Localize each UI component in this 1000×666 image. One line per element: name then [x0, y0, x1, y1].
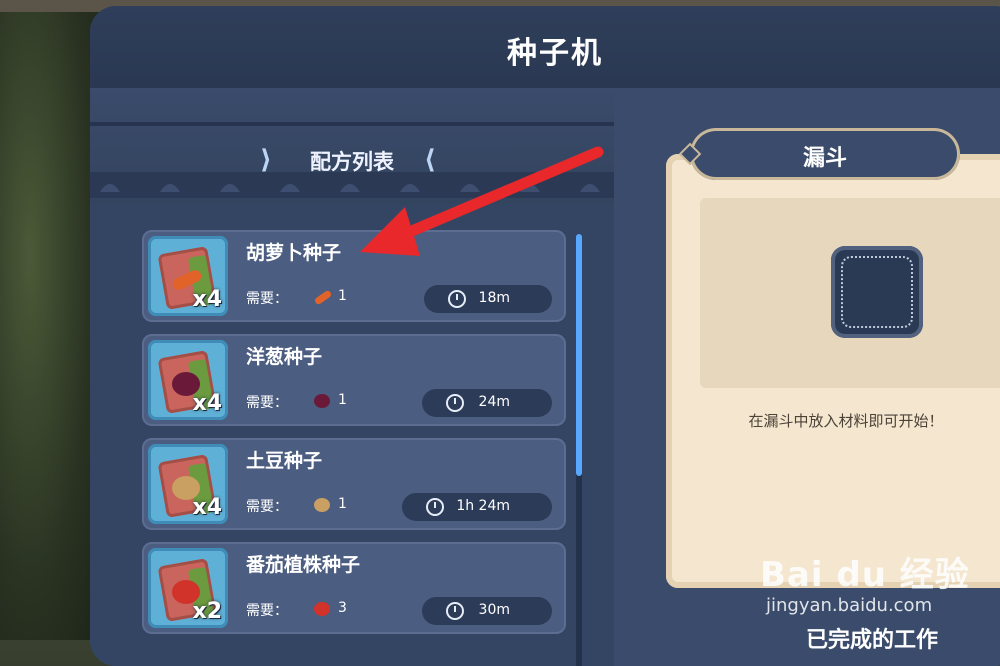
- watermark-url: jingyan.baidu.com: [766, 595, 933, 616]
- baidu-watermark: Bai du 经验 jingyan.baidu.com: [760, 545, 990, 620]
- watermark-logo: Bai du 经验: [760, 555, 970, 595]
- red-arrow-annotation-icon: [360, 146, 604, 256]
